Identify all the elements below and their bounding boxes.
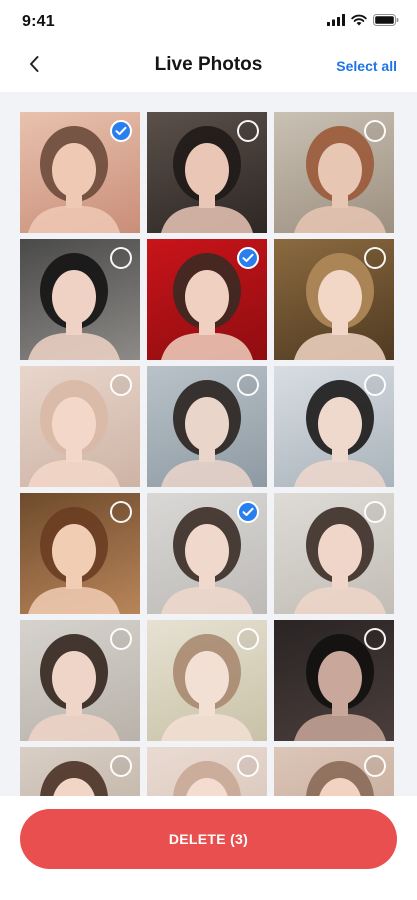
checkbox-unchecked-icon[interactable]	[110, 247, 132, 269]
photo-tile[interactable]	[20, 620, 140, 741]
checkbox-checked-icon[interactable]	[237, 247, 259, 269]
checkbox-checked-icon[interactable]	[237, 501, 259, 523]
photo-grid-area[interactable]	[0, 92, 417, 796]
photo-grid	[20, 112, 397, 796]
photo-tile[interactable]	[147, 239, 267, 360]
nav-header: Live Photos Select all	[0, 44, 417, 88]
photo-tile[interactable]	[20, 366, 140, 487]
photo-tile[interactable]	[147, 493, 267, 614]
photo-tile[interactable]	[274, 747, 394, 796]
photo-tile[interactable]	[274, 620, 394, 741]
checkbox-unchecked-icon[interactable]	[364, 755, 386, 777]
status-bar: 9:41	[0, 0, 417, 44]
checkbox-unchecked-icon[interactable]	[110, 501, 132, 523]
checkbox-unchecked-icon[interactable]	[110, 755, 132, 777]
status-icons	[327, 14, 399, 26]
photo-tile[interactable]	[20, 112, 140, 233]
checkbox-unchecked-icon[interactable]	[237, 755, 259, 777]
photo-tile[interactable]	[20, 239, 140, 360]
bottom-bar: DELETE (3)	[0, 796, 417, 900]
photo-tile[interactable]	[274, 239, 394, 360]
checkbox-unchecked-icon[interactable]	[364, 628, 386, 650]
photo-tile[interactable]	[20, 747, 140, 796]
checkbox-unchecked-icon[interactable]	[237, 628, 259, 650]
photo-tile[interactable]	[147, 366, 267, 487]
photo-tile[interactable]	[274, 366, 394, 487]
checkbox-unchecked-icon[interactable]	[364, 120, 386, 142]
photo-tile[interactable]	[147, 112, 267, 233]
checkbox-checked-icon[interactable]	[110, 120, 132, 142]
wifi-icon	[351, 14, 367, 26]
photo-tile[interactable]	[20, 493, 140, 614]
checkbox-unchecked-icon[interactable]	[237, 120, 259, 142]
checkbox-unchecked-icon[interactable]	[237, 374, 259, 396]
select-all-button[interactable]: Select all	[336, 58, 397, 74]
photo-tile[interactable]	[274, 493, 394, 614]
checkbox-unchecked-icon[interactable]	[364, 247, 386, 269]
delete-button[interactable]: DELETE (3)	[20, 809, 397, 869]
checkbox-unchecked-icon[interactable]	[110, 374, 132, 396]
photo-tile[interactable]	[147, 620, 267, 741]
battery-icon	[373, 14, 399, 26]
photo-tile[interactable]	[147, 747, 267, 796]
cellular-signal-icon	[327, 14, 345, 26]
checkbox-unchecked-icon[interactable]	[110, 628, 132, 650]
checkbox-unchecked-icon[interactable]	[364, 374, 386, 396]
checkbox-unchecked-icon[interactable]	[364, 501, 386, 523]
status-time: 9:41	[22, 13, 55, 30]
photo-tile[interactable]	[274, 112, 394, 233]
